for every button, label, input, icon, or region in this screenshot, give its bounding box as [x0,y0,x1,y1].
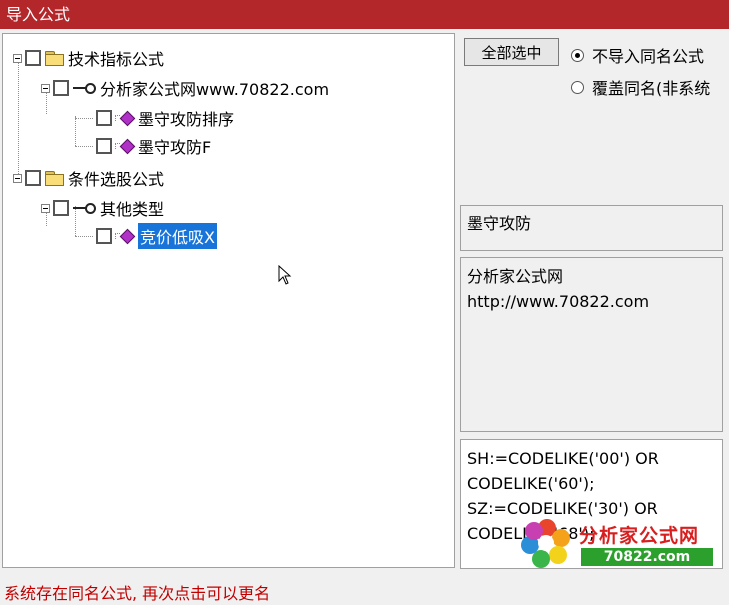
tree-node-label: 墨守攻防排序 [138,110,235,129]
collapse-toggle[interactable] [13,173,22,183]
collapse-toggle[interactable] [41,203,50,213]
tree-checkbox[interactable] [96,138,112,154]
description-line: http://www.70822.com [467,292,650,311]
tree-node-label: 分析家公式网www.70822.com [100,80,330,99]
flower-logo-icon [519,517,575,573]
tree-checkbox[interactable] [25,50,41,66]
tree-node-analyst-site[interactable]: 分析家公式网www.70822.com [41,76,329,100]
formula-gem-icon [115,111,133,125]
tree-checkbox[interactable] [96,110,112,126]
site-logo: 分析家公式网 70822.com [519,517,719,573]
tree-node-formula[interactable]: 墨守攻防排序 [93,106,234,130]
code-line: CODELIKE('60'); [467,474,595,493]
formula-tree[interactable]: 技术指标公式 分析家公式网www.70822.com 墨守攻防排序 墨守攻防F … [2,33,455,568]
tree-checkbox[interactable] [25,170,41,186]
folder-icon [45,171,64,186]
formula-name: 墨守攻防 [467,214,532,233]
folder-icon [45,51,64,66]
radio-button[interactable] [571,80,584,94]
tree-node-label: 其他类型 [100,200,165,219]
tree-node-other-types[interactable]: 其他类型 [41,196,164,220]
radio-overwrite[interactable]: 覆盖同名(非系统 [571,75,710,99]
code-line: SH:=CODELIKE('00') OR [467,449,659,468]
tree-node-label: 竞价低吸X [137,222,218,250]
tree-checkbox[interactable] [96,228,112,244]
tree-node-stock-selection[interactable]: 条件选股公式 [13,166,164,190]
collapse-toggle[interactable] [41,83,50,93]
logo-name: 分析家公式网 [579,525,700,547]
tree-node-label: 墨守攻防F [138,138,212,157]
tree-checkbox[interactable] [53,200,69,216]
radio-label: 不导入同名公式 [592,47,705,66]
tree-node-formula-selected[interactable]: 竞价低吸X [93,222,218,250]
key-icon [73,201,96,215]
tree-checkbox[interactable] [53,80,69,96]
logo-url: 70822.com [581,548,713,566]
radio-label: 覆盖同名(非系统 [592,79,711,98]
formula-description-box[interactable]: 分析家公式网 http://www.70822.com [460,257,723,432]
radio-button[interactable] [571,48,584,62]
description-line: 分析家公式网 [467,267,564,286]
formula-gem-icon [115,139,133,153]
tree-node-label: 条件选股公式 [68,170,165,189]
tree-node-formula[interactable]: 墨守攻防F [93,134,211,158]
collapse-toggle[interactable] [13,53,22,63]
tree-node-tech-indicators[interactable]: 技术指标公式 [13,46,164,70]
tree-node-label: 技术指标公式 [68,50,165,69]
conflict-options: 不导入同名公式 覆盖同名(非系统 [565,33,725,113]
formula-gem-icon [115,229,133,243]
key-icon [73,81,96,95]
formula-name-box: 墨守攻防 [460,205,723,251]
select-all-button[interactable]: 全部选中 [464,38,559,66]
status-message: 系统存在同名公式, 再次点击可以更名 [4,584,271,603]
window-title: 导入公式 [0,0,729,29]
mouse-cursor-icon [278,265,292,285]
radio-no-import[interactable]: 不导入同名公式 [571,43,704,67]
